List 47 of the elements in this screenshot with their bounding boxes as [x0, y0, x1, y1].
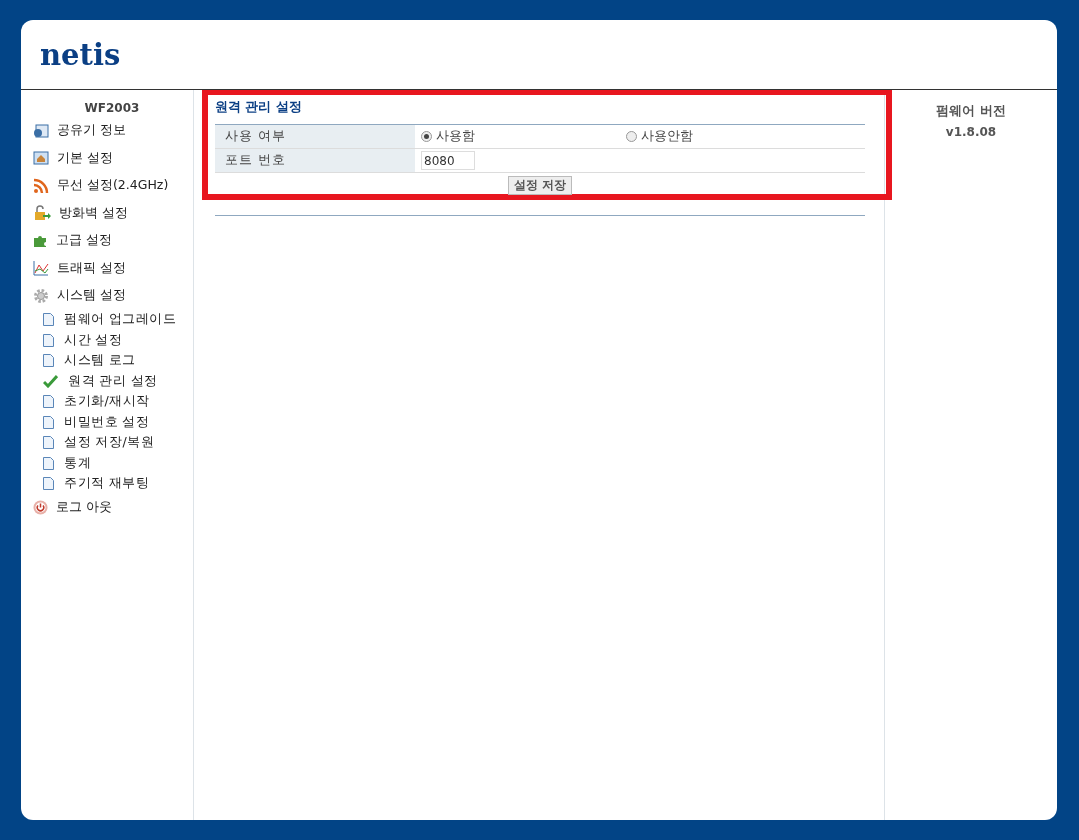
radio-button[interactable] — [626, 131, 637, 142]
menu-item[interactable]: 로그 아웃 — [21, 494, 193, 522]
menu-item[interactable]: 공유기 정보 — [21, 117, 193, 145]
rss-icon — [33, 177, 49, 194]
save-button[interactable]: 설정 저장 — [508, 176, 572, 195]
menu-item[interactable]: 기본 설정 — [21, 144, 193, 172]
line-chart-icon — [33, 260, 49, 277]
document-icon — [43, 415, 54, 429]
firmware-title: 펌웨어 버전 — [936, 103, 1006, 120]
submenu-item[interactable]: 초기화/재시작 — [21, 391, 193, 412]
menu-item[interactable]: 무선 설정(2.4GHz) — [21, 172, 193, 200]
submenu-item[interactable]: 통계 — [21, 453, 193, 474]
field-label: 포트 번호 — [215, 149, 415, 172]
model-name: WF2003 — [83, 101, 141, 115]
document-icon — [43, 354, 54, 368]
power-icon — [33, 500, 48, 516]
menu-item[interactable]: 방화벽 설정 — [21, 199, 193, 227]
submenu-item[interactable]: 비밀번호 설정 — [21, 412, 193, 433]
section-title: 원격 관리 설정 — [215, 99, 303, 116]
submenu-item[interactable]: 시간 설정 — [21, 330, 193, 351]
lock-arrow-icon — [33, 205, 51, 222]
checkmark-icon — [43, 374, 58, 388]
menu-item[interactable]: 시스템 설정 — [21, 282, 193, 310]
document-icon — [43, 456, 54, 470]
radio-button[interactable] — [421, 131, 432, 142]
puzzle-icon — [33, 233, 48, 249]
submenu-item[interactable]: 설정 저장/복원 — [21, 432, 193, 453]
document-icon — [43, 436, 54, 450]
info-card-icon — [33, 123, 49, 138]
document-icon — [43, 395, 54, 409]
menu-item[interactable]: 고급 설정 — [21, 227, 193, 255]
radio-label: 사용함 — [436, 128, 475, 145]
radio-label: 사용안함 — [641, 128, 693, 145]
firmware-version: v1.8.08 — [945, 125, 997, 139]
field-label: 사용 여부 — [215, 125, 415, 148]
house-icon — [33, 151, 49, 166]
menu-item[interactable]: 트래픽 설정 — [21, 254, 193, 282]
submenu-item[interactable]: 원격 관리 설정 — [21, 371, 193, 392]
gear-icon — [33, 287, 49, 304]
submenu-item[interactable]: 펌웨어 업그레이드 — [21, 309, 193, 330]
port-input-field[interactable]: 8080 — [421, 151, 475, 170]
submenu-item[interactable]: 시스템 로그 — [21, 350, 193, 371]
logo: netis — [40, 37, 121, 72]
document-icon — [43, 313, 54, 327]
document-icon — [43, 477, 54, 491]
document-icon — [43, 333, 54, 347]
submenu-item[interactable]: 주기적 재부팅 — [21, 473, 193, 494]
